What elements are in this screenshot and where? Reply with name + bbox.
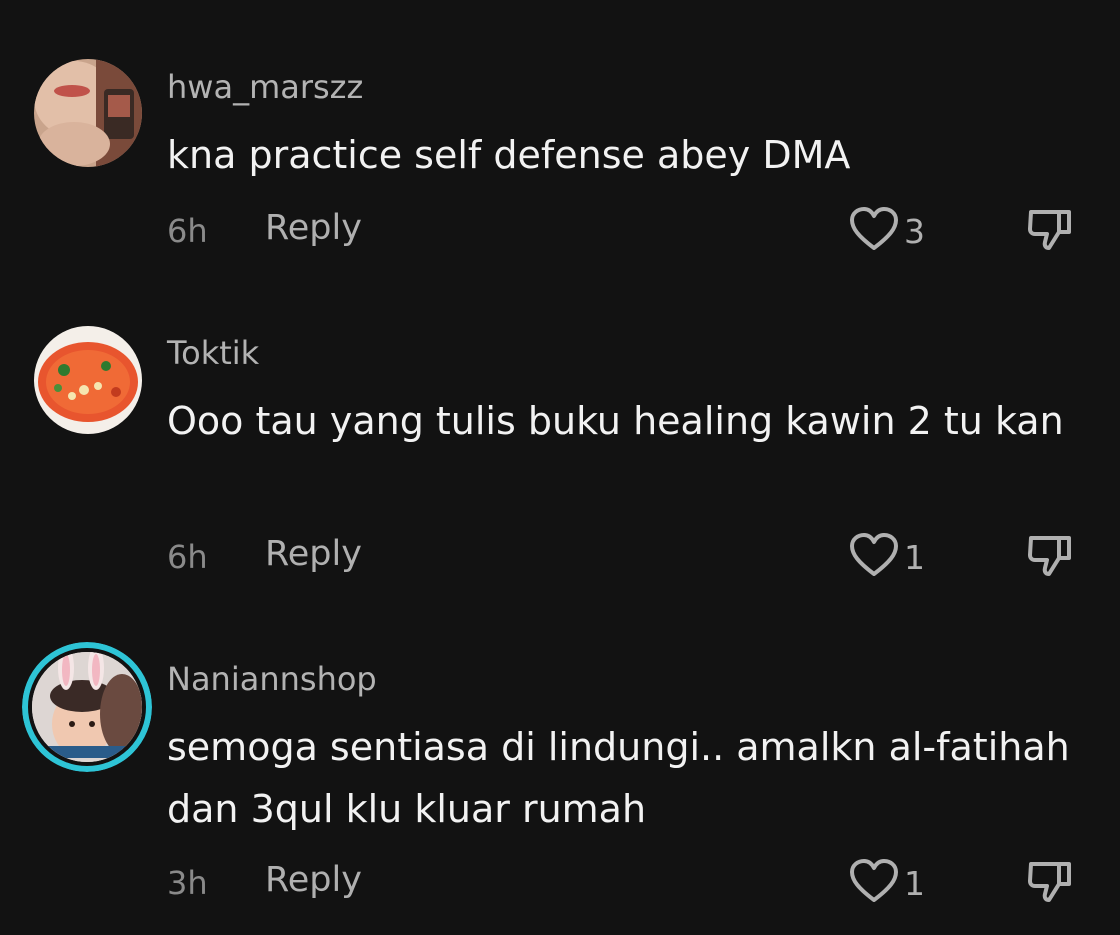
like-button[interactable]: 3: [848, 206, 925, 256]
thumbs-down-icon: [1025, 862, 1073, 910]
dislike-button[interactable]: [1025, 532, 1073, 584]
heart-icon: [848, 206, 900, 256]
like-count: 1: [904, 863, 925, 903]
comment-time: 3h: [167, 864, 208, 902]
comment-username[interactable]: hwa_marszz: [167, 68, 363, 106]
comment-text: Ooo tau yang tulis buku healing kawin 2 …: [167, 399, 1064, 443]
avatar[interactable]: [34, 59, 142, 167]
thumbs-down-icon: [1025, 536, 1073, 584]
comment-time: 6h: [167, 212, 208, 250]
comment-text: kna practice self defense abey DMA: [167, 133, 851, 177]
like-button[interactable]: 1: [848, 532, 925, 582]
comment-username[interactable]: Toktik: [167, 334, 259, 372]
thumbs-down-icon: [1025, 210, 1073, 258]
comment-time: 6h: [167, 538, 208, 576]
dislike-button[interactable]: [1025, 206, 1073, 258]
comment-text: semoga sentiasa di lindungi.. amalkn al-…: [167, 725, 1070, 831]
heart-icon: [848, 532, 900, 582]
like-count: 1: [904, 537, 925, 577]
like-button[interactable]: 1: [848, 858, 925, 908]
reply-button[interactable]: Reply: [265, 860, 362, 900]
reply-button[interactable]: Reply: [265, 208, 362, 248]
comment-username[interactable]: Naniannshop: [167, 660, 377, 698]
like-count: 3: [904, 211, 925, 251]
avatar[interactable]: [22, 642, 152, 772]
heart-icon: [848, 858, 900, 908]
reply-button[interactable]: Reply: [265, 534, 362, 574]
dislike-button[interactable]: [1025, 858, 1073, 910]
avatar[interactable]: [34, 326, 142, 434]
